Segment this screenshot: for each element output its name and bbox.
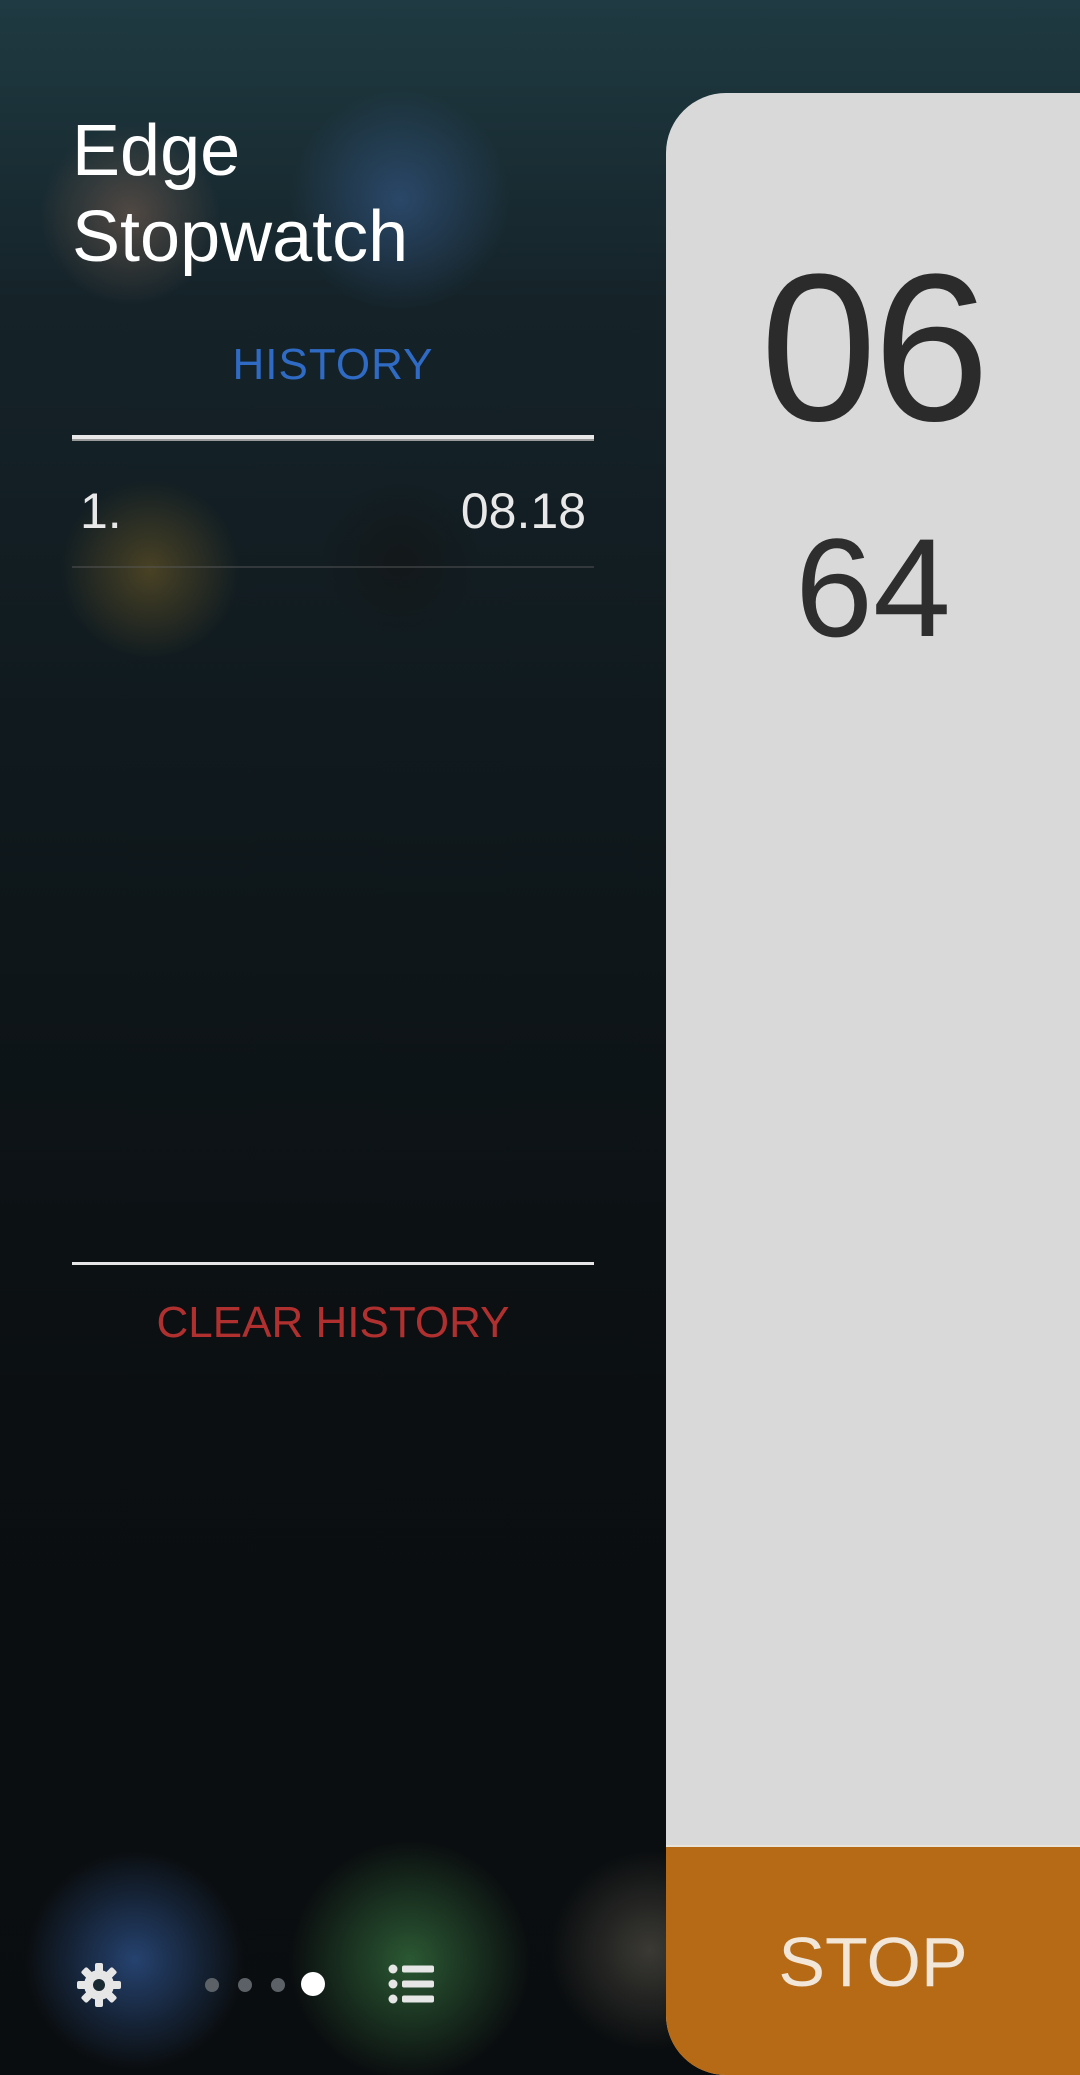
- page-dot-active[interactable]: [301, 1972, 325, 1996]
- stop-button[interactable]: STOP: [666, 1845, 1080, 2075]
- page-indicator: [205, 1972, 325, 1998]
- stopwatch-card: 06 64 STOP: [666, 93, 1080, 2075]
- page-dot[interactable]: [271, 1978, 285, 1992]
- edge-panel-screen: Edge Stopwatch HISTORY 1. 08.18 CLEAR HI…: [0, 0, 1080, 2075]
- list-icon[interactable]: [388, 1964, 434, 2004]
- tab-history[interactable]: HISTORY: [72, 340, 594, 390]
- gear-icon[interactable]: [74, 1960, 124, 2010]
- history-list-item[interactable]: 1. 08.18: [72, 476, 594, 568]
- page-dot[interactable]: [205, 1978, 219, 1992]
- divider: [72, 1262, 594, 1265]
- seconds-display: 06: [760, 230, 990, 465]
- history-item-index: 1.: [80, 483, 122, 539]
- clear-history-button[interactable]: CLEAR HISTORY: [72, 1298, 594, 1348]
- page-dot[interactable]: [238, 1978, 252, 1992]
- tab-indicator: [72, 435, 594, 441]
- history-item-time: 08.18: [460, 483, 586, 539]
- hundredths-display: 64: [795, 509, 951, 666]
- app-title: Edge Stopwatch: [72, 111, 409, 277]
